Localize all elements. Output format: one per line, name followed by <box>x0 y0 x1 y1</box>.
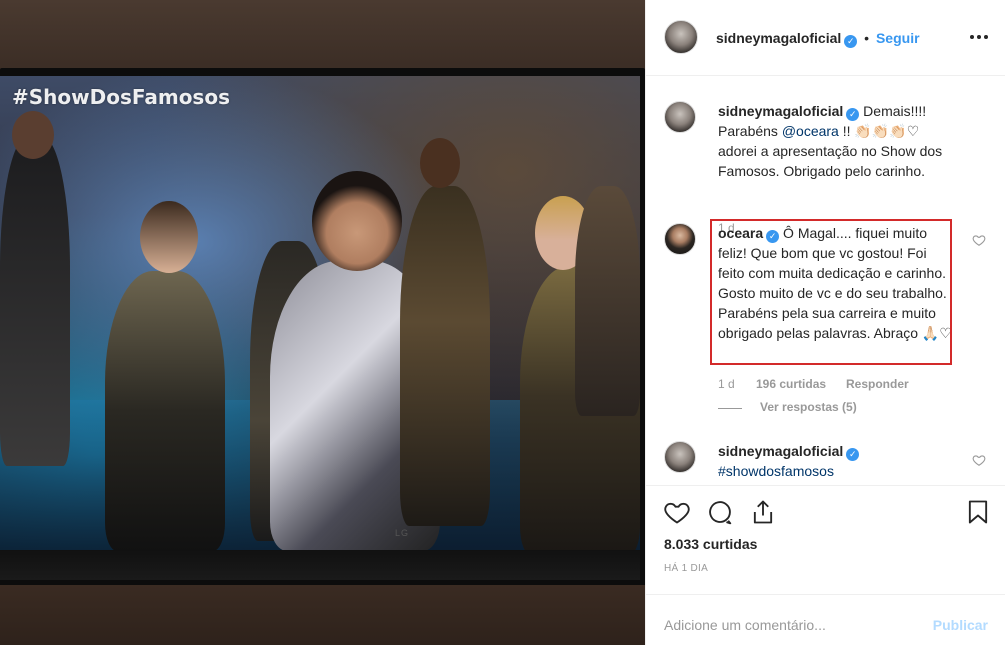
highlight-box <box>710 219 952 365</box>
likes-count[interactable]: 8.033 curtidas <box>664 536 757 552</box>
comment-input[interactable]: Adicione um comentário... <box>664 617 826 633</box>
comment-username[interactable]: sidneymagaloficial <box>718 103 843 119</box>
hashtag-link[interactable]: #showdosfamosos <box>718 463 834 479</box>
post-side-panel: sidneymagaloficial ✓ • Seguir sidneymagal… <box>645 0 1005 645</box>
post-header: sidneymagaloficial ✓ • Seguir <box>646 0 1005 76</box>
follow-button[interactable]: Seguir <box>876 30 920 46</box>
comment-text: sidneymagaloficial ✓ #showdosfamosos <box>718 441 956 481</box>
tv-screen <box>0 76 640 550</box>
comment-bubble-icon[interactable] <box>706 498 734 526</box>
dancer-figure <box>575 186 640 416</box>
comment-likes-count[interactable]: 196 curtidas <box>756 377 826 391</box>
avatar[interactable] <box>664 101 696 133</box>
share-icon[interactable] <box>749 498 777 526</box>
comment-likes[interactable]: 196 curtidas <box>756 377 826 391</box>
dancer-figure <box>105 271 225 550</box>
avatar[interactable] <box>664 441 696 473</box>
avatar[interactable] <box>664 223 696 255</box>
dancer-head <box>12 111 54 159</box>
tv-bezel-bottom <box>0 550 640 580</box>
dancer-head <box>140 201 198 273</box>
more-horizontal-icon[interactable] <box>970 28 988 39</box>
singer-head <box>312 171 402 271</box>
post-time[interactable]: HÁ 1 DIA <box>664 563 708 574</box>
verified-badge-icon: ✓ <box>844 35 858 48</box>
dancer-figure <box>400 186 490 526</box>
comment-text: sidneymagaloficial ✓ Demais!!!! Parabéns … <box>718 101 956 181</box>
comments-list[interactable]: sidneymagaloficial ✓ Demais!!!! Parabéns … <box>646 77 1005 485</box>
like-heart-icon[interactable] <box>663 498 691 526</box>
tv-brand-logo: LG <box>395 528 410 538</box>
wall-background <box>0 0 645 70</box>
view-replies-label[interactable]: Ver respostas (5) <box>760 400 857 414</box>
furniture-background <box>0 585 645 645</box>
reply-label[interactable]: Responder <box>846 377 909 391</box>
like-comment-heart-icon[interactable] <box>972 453 986 467</box>
verified-badge-icon: ✓ <box>846 448 860 461</box>
bookmark-icon[interactable] <box>964 498 992 526</box>
replies-divider <box>718 408 742 409</box>
mention-link[interactable]: @oceara <box>782 123 839 139</box>
header-user-row: sidneymagaloficial ✓ • Seguir <box>716 30 920 48</box>
verified-badge-icon: ✓ <box>846 108 860 121</box>
add-comment-bar: Adicione um comentário... Publicar <box>646 594 1005 645</box>
reply-button[interactable]: Responder <box>846 377 909 391</box>
comment-age[interactable]: 1 d <box>718 377 735 391</box>
dancer-head <box>420 138 460 188</box>
hashtag-comment: sidneymagaloficial ✓ #showdosfamosos <box>664 441 986 485</box>
caption-comment: sidneymagaloficial ✓ Demais!!!! Parabéns … <box>664 101 986 235</box>
username-link[interactable]: sidneymagaloficial <box>716 30 841 46</box>
dancer-figure <box>0 136 70 466</box>
view-replies-button[interactable]: Ver respostas (5) <box>760 400 857 414</box>
avatar[interactable] <box>664 20 698 54</box>
publish-button[interactable]: Publicar <box>933 617 988 633</box>
like-comment-heart-icon[interactable] <box>972 233 986 247</box>
photo-hashtag-overlay: #ShowDosFamosos <box>12 85 230 109</box>
post-actions: 8.033 curtidas HÁ 1 DIA Adicione um come… <box>646 485 1005 645</box>
comment-username[interactable]: sidneymagaloficial <box>718 443 843 459</box>
post-photo: #ShowDosFamosos LG <box>0 0 645 645</box>
separator-dot: • <box>864 30 870 46</box>
